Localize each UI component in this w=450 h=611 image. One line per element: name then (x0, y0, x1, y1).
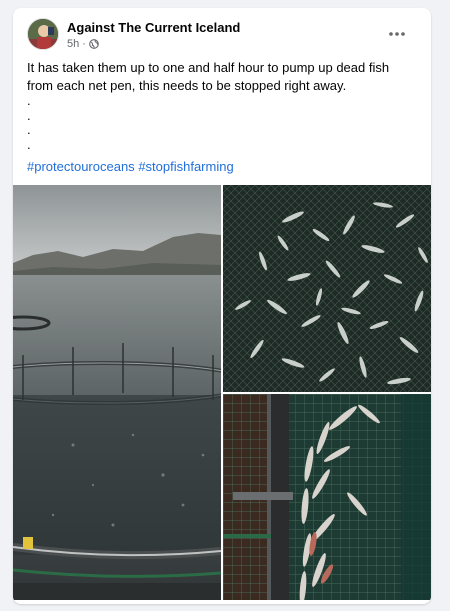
post-timestamp[interactable]: 5h (67, 38, 79, 50)
post-text-line: It has taken them up to one and half hou… (27, 60, 390, 75)
hashtag-link[interactable]: #protectouroceans (27, 159, 135, 174)
hashtag-link[interactable]: #stopfishfarming (138, 159, 233, 174)
fish-pump-pipe-photo[interactable] (223, 394, 431, 600)
post-text-line: from each net pen, this needs to be stop… (27, 77, 347, 93)
globe-icon[interactable] (89, 39, 99, 49)
post-text-dot: . (27, 93, 31, 108)
page-name-link[interactable]: Against The Current Iceland (67, 20, 240, 35)
post-header: Against The Current Iceland 5h · (27, 18, 419, 58)
avatar-image (28, 19, 58, 49)
post-options-button[interactable] (385, 24, 409, 44)
post-card: Against The Current Iceland 5h · It has … (13, 8, 431, 604)
post-text-dot: . (27, 136, 31, 152)
post-hashtags: #protectouroceans #stopfishfarming (27, 159, 234, 174)
page-avatar[interactable] (27, 18, 59, 50)
post-text-dot: . (27, 107, 31, 123)
post-text-dot: . (27, 122, 31, 137)
post-meta: 5h · (67, 38, 99, 50)
more-horizontal-icon (389, 32, 405, 36)
post-message: It has taken them up to one and half hou… (27, 59, 417, 152)
fish-farm-fjord-photo[interactable] (13, 185, 221, 600)
photo-gallery (13, 185, 431, 604)
dead-fish-in-net-photo[interactable] (223, 185, 431, 392)
meta-separator: · (82, 38, 86, 50)
